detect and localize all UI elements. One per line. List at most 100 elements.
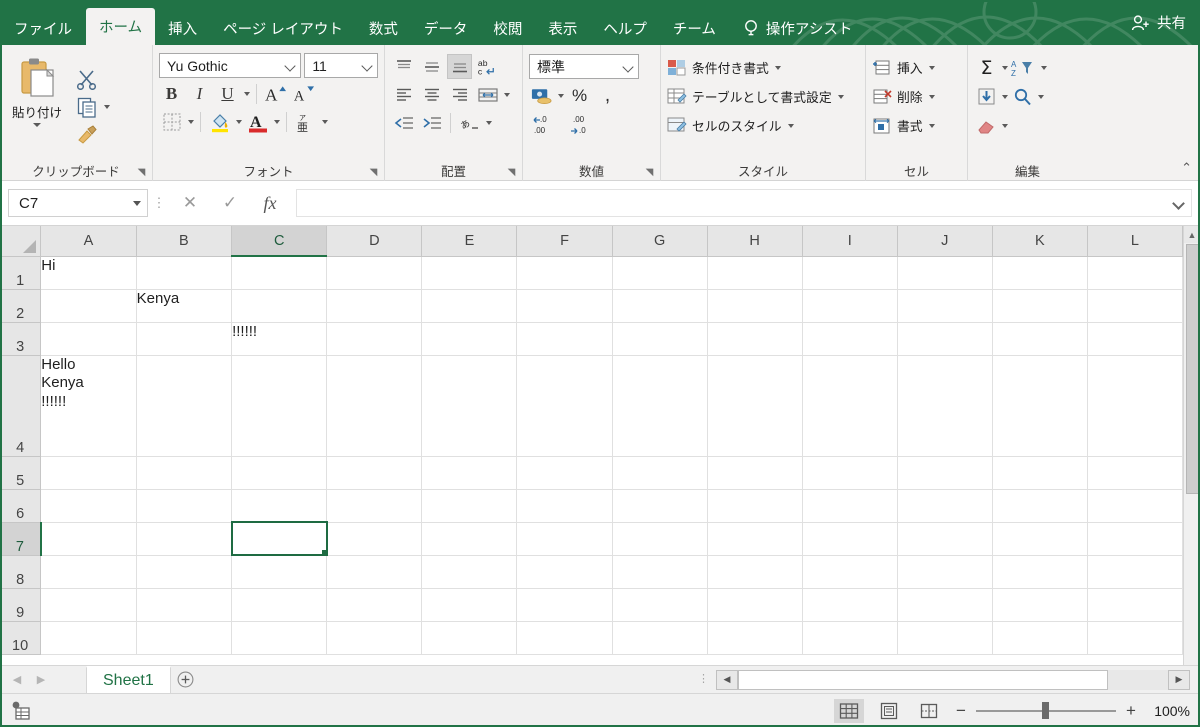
insert-cells-chevron-down-icon[interactable] (928, 65, 935, 70)
cell-K5[interactable] (992, 456, 1088, 490)
fill-color-chevron-down-icon[interactable] (236, 119, 242, 124)
cell-A9[interactable] (40, 588, 137, 622)
cell-H7[interactable] (707, 522, 803, 556)
cell-D7[interactable] (326, 522, 423, 556)
cell-E1[interactable] (421, 256, 518, 290)
cell-A7[interactable] (40, 522, 137, 556)
tab-file[interactable]: ファイル (0, 11, 86, 45)
column-header-J[interactable]: J (897, 226, 993, 257)
column-header-K[interactable]: K (992, 226, 1088, 257)
cell-D10[interactable] (326, 621, 423, 655)
fill-chevron-down-icon[interactable] (1002, 95, 1008, 99)
cell-E4[interactable] (421, 355, 518, 457)
cell-A8[interactable] (40, 555, 137, 589)
borders-button[interactable] (159, 109, 184, 134)
cell-C4[interactable] (231, 355, 328, 457)
formula-input[interactable] (296, 189, 1192, 217)
vertical-scrollbar[interactable]: ▲ (1183, 226, 1200, 665)
tab-page-layout[interactable]: ページ レイアウト (210, 11, 356, 45)
cell-G7[interactable] (612, 522, 708, 556)
cell-A4[interactable]: Hello Kenya !!!!!! (40, 355, 137, 457)
cell-J2[interactable] (897, 289, 993, 323)
cut-button[interactable] (76, 67, 110, 91)
row-header-8[interactable]: 8 (0, 555, 42, 589)
cell-E2[interactable] (421, 289, 518, 323)
merge-chevron-down-icon[interactable] (504, 92, 510, 97)
cell-B5[interactable] (136, 456, 233, 490)
cell-K7[interactable] (992, 522, 1088, 556)
cell-J5[interactable] (897, 456, 993, 490)
fill-button[interactable] (974, 85, 999, 110)
vertical-scroll-thumb[interactable] (1185, 244, 1199, 494)
cell-A3[interactable] (40, 322, 137, 356)
cell-C6[interactable] (231, 489, 328, 523)
number-format-combo[interactable]: 標準 (529, 54, 639, 79)
row-header-10[interactable]: 10 (0, 621, 42, 655)
cell-D2[interactable] (326, 289, 423, 323)
column-header-A[interactable]: A (40, 226, 137, 257)
cell-F10[interactable] (516, 621, 613, 655)
zoom-out-button[interactable]: − (954, 701, 968, 721)
accessibility-status-icon[interactable] (10, 700, 34, 722)
column-header-G[interactable]: G (612, 226, 708, 257)
orientation-button[interactable]: ぁ (457, 110, 482, 135)
share-button[interactable]: 共有 (1131, 12, 1186, 33)
cell-C5[interactable] (231, 456, 328, 490)
cell-K8[interactable] (992, 555, 1088, 589)
row-header-9[interactable]: 9 (0, 588, 42, 622)
comma-format-button[interactable]: , (595, 83, 620, 108)
view-normal-button[interactable] (834, 698, 864, 723)
cell-L4[interactable] (1087, 355, 1183, 457)
cell-C9[interactable] (231, 588, 328, 622)
cell-F6[interactable] (516, 489, 613, 523)
delete-cells-button[interactable]: 削除 (872, 84, 935, 109)
font-dialog-launcher-icon[interactable]: ◥ (368, 167, 379, 178)
cell-H10[interactable] (707, 621, 803, 655)
cell-I5[interactable] (802, 456, 898, 490)
phonetic-chevron-down-icon[interactable] (322, 119, 328, 124)
cell-F5[interactable] (516, 456, 613, 490)
view-page-layout-button[interactable] (874, 699, 904, 723)
find-select-button[interactable] (1010, 85, 1035, 110)
underline-chevron-down-icon[interactable] (244, 91, 250, 96)
cell-G2[interactable] (612, 289, 708, 323)
cell-G3[interactable] (612, 322, 708, 356)
cell-L8[interactable] (1087, 555, 1183, 589)
cell-I7[interactable] (802, 522, 898, 556)
format-painter-button[interactable] (76, 123, 110, 147)
cell-I9[interactable] (802, 588, 898, 622)
tab-data[interactable]: データ (411, 11, 481, 45)
collapse-ribbon-button[interactable]: ⌃ (1181, 160, 1192, 176)
cell-I8[interactable] (802, 555, 898, 589)
insert-cells-button[interactable]: 挿入 (872, 55, 935, 80)
align-left-button[interactable] (391, 82, 416, 107)
name-box[interactable]: C7 (8, 189, 148, 217)
decrease-indent-button[interactable] (391, 110, 416, 135)
align-bottom-button[interactable] (447, 54, 472, 79)
cell-I2[interactable] (802, 289, 898, 323)
column-header-L[interactable]: L (1087, 226, 1183, 257)
cell-K2[interactable] (992, 289, 1088, 323)
cell-J9[interactable] (897, 588, 993, 622)
currency-chevron-down-icon[interactable] (558, 93, 564, 98)
cell-H2[interactable] (707, 289, 803, 323)
cell-A1[interactable]: Hi (40, 256, 137, 290)
cell-E7[interactable] (421, 522, 518, 556)
cell-D4[interactable] (326, 355, 423, 457)
cell-B9[interactable] (136, 588, 233, 622)
cell-B4[interactable] (136, 355, 233, 457)
cell-L5[interactable] (1087, 456, 1183, 490)
cell-J7[interactable] (897, 522, 993, 556)
cell-I6[interactable] (802, 489, 898, 523)
paste-button[interactable]: 貼り付け (6, 50, 68, 159)
copy-button[interactable] (76, 95, 110, 119)
delete-cells-chevron-down-icon[interactable] (928, 94, 935, 99)
cell-styles-button[interactable]: セルのスタイル (667, 113, 844, 138)
decrease-decimal-button[interactable]: .00 .0 (566, 112, 600, 137)
horizontal-scroll-track[interactable] (1108, 669, 1168, 690)
zoom-slider-track[interactable] (976, 701, 1116, 719)
cell-H9[interactable] (707, 588, 803, 622)
column-header-E[interactable]: E (421, 226, 518, 257)
scroll-left-arrow-icon[interactable]: ◀ (716, 669, 738, 690)
merge-center-button[interactable] (475, 82, 500, 107)
